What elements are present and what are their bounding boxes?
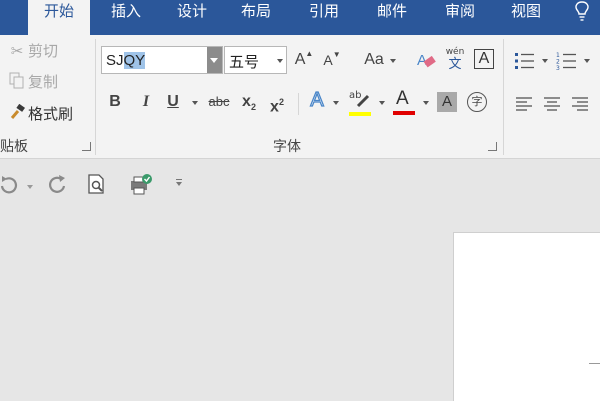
align-right-icon[interactable] (571, 95, 591, 113)
document-page[interactable] (453, 232, 600, 401)
font-name-text: SJ (106, 52, 124, 69)
subscript-base: x (242, 93, 251, 110)
copy-button[interactable]: 复制 (6, 71, 58, 93)
chevron-down-icon[interactable] (379, 101, 385, 105)
font-group-label: 字体 (273, 139, 301, 155)
font-dialog-launcher[interactable] (488, 142, 497, 151)
superscript-base: x (270, 98, 279, 116)
copy-icon (6, 72, 28, 91)
chevron-down-icon[interactable] (27, 185, 33, 189)
character-shading-button[interactable]: A (437, 92, 457, 112)
undo-icon[interactable] (0, 173, 20, 197)
subscript-button[interactable]: x2 (238, 90, 260, 114)
italic-button[interactable]: I (138, 90, 154, 114)
divider (298, 93, 299, 115)
align-left-icon[interactable] (515, 95, 535, 113)
quick-access-toolbar (0, 159, 600, 209)
font-color-bar (393, 111, 415, 115)
text-highlight-button[interactable]: ab (349, 90, 373, 116)
align-center-icon[interactable] (543, 95, 563, 113)
cut-label: 剪切 (28, 42, 59, 60)
format-painter-button[interactable]: 格式刷 (6, 103, 73, 125)
tab-design[interactable]: 设计 (164, 0, 220, 35)
clear-formatting-icon[interactable]: A (416, 50, 438, 72)
paintbrush-icon (6, 103, 28, 123)
chevron-down-icon[interactable] (542, 59, 548, 63)
print-preview-icon[interactable] (86, 173, 108, 197)
font-name-combobox[interactable]: SJQY (101, 46, 223, 74)
clipboard-dialog-launcher[interactable] (82, 142, 91, 151)
enclose-characters-button[interactable]: 字 (467, 92, 487, 112)
change-case-button[interactable]: Aa (360, 48, 388, 72)
font-size-value[interactable]: 五号 (229, 51, 259, 72)
text-effects-button[interactable]: A (306, 88, 328, 112)
font-color-letter: A (396, 88, 409, 109)
grow-font-button[interactable]: A▲ (294, 48, 314, 72)
bullets-icon[interactable] (514, 50, 538, 72)
bold-button[interactable]: B (107, 90, 123, 114)
chevron-down-icon[interactable] (584, 59, 590, 63)
ribbon-tab-bar: 开始 插入 设计 布局 引用 邮件 审阅 视图 (0, 0, 600, 35)
group-divider (503, 39, 504, 155)
copy-label: 复制 (28, 73, 59, 91)
chevron-down-icon[interactable] (423, 101, 429, 105)
ribbon-home: ✂ 剪切 复制 格式刷 贴板 SJQY 五号 A▲ A▼ Aa A wén 文 … (0, 35, 600, 159)
customize-toolbar-icon[interactable] (176, 179, 182, 187)
scissors-icon: ✂ (10, 42, 24, 60)
format-painter-label: 格式刷 (28, 105, 74, 123)
chevron-down-icon[interactable] (192, 101, 198, 105)
numbering-icon[interactable]: 1 2 3 (556, 50, 580, 72)
phonetic-top-text: wén (445, 47, 465, 57)
highlight-color-bar (349, 112, 371, 116)
tab-mailings[interactable]: 邮件 (364, 0, 420, 35)
strikethrough-button[interactable]: abc (206, 90, 232, 114)
font-name-dropdown-button[interactable] (207, 47, 222, 73)
chevron-down-icon[interactable] (333, 101, 339, 105)
margin-marker (589, 363, 600, 364)
shrink-font-button[interactable]: A▼ (322, 48, 342, 72)
font-name-value[interactable]: SJQY (106, 52, 146, 69)
tab-layout[interactable]: 布局 (228, 0, 284, 35)
lightbulb-icon[interactable] (572, 0, 592, 22)
quick-print-icon[interactable] (128, 173, 154, 197)
svg-text:3: 3 (556, 65, 560, 72)
clipboard-group-label: 贴板 (0, 139, 28, 155)
redo-icon[interactable] (46, 173, 68, 197)
group-divider (95, 39, 96, 155)
tab-home[interactable]: 开始 (28, 0, 90, 35)
tab-review[interactable]: 审阅 (432, 0, 488, 35)
arrow-down-icon: ▼ (332, 50, 341, 59)
phonetic-bottom-text: 文 (448, 57, 462, 72)
phonetic-guide-button[interactable]: wén 文 (444, 47, 466, 77)
superscript-button[interactable]: x2 (266, 90, 288, 116)
font-color-button[interactable]: A (393, 88, 417, 116)
arrow-up-icon: ▲ (305, 49, 314, 58)
font-size-combobox[interactable]: 五号 (224, 46, 287, 74)
tab-references[interactable]: 引用 (296, 0, 352, 35)
tab-insert[interactable]: 插入 (98, 0, 154, 35)
cut-button[interactable]: ✂ 剪切 (6, 40, 58, 62)
font-name-selected-text: QY (123, 52, 146, 69)
underline-button[interactable]: U (164, 90, 182, 114)
superscript-mark: 2 (278, 97, 284, 107)
subscript-mark: 2 (250, 102, 256, 113)
character-border-button[interactable]: A (474, 49, 494, 69)
chevron-down-icon[interactable] (277, 59, 283, 63)
chevron-down-icon[interactable] (390, 59, 396, 63)
tab-view[interactable]: 视图 (498, 0, 554, 35)
